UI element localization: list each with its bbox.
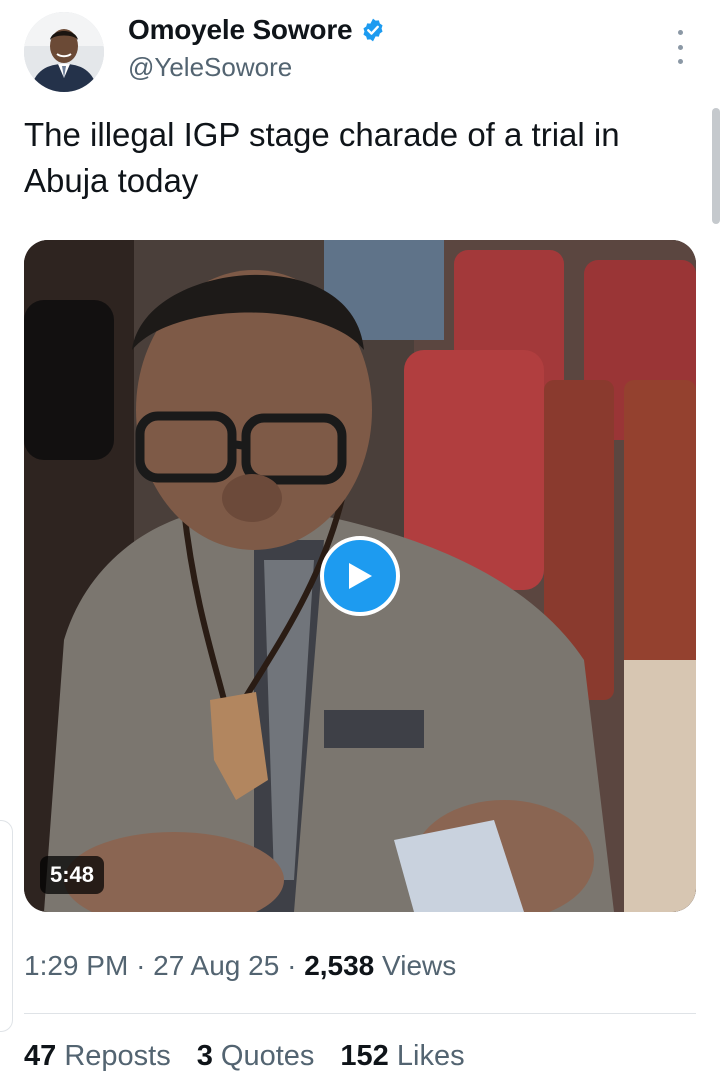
more-options-icon[interactable]	[666, 30, 694, 64]
author-handle[interactable]: @YeleSowore	[128, 52, 292, 83]
quotes-stat[interactable]: 3 Quotes	[197, 1040, 315, 1073]
engagement-stats: 47 Reposts 3 Quotes 152 Likes	[24, 1040, 491, 1073]
reposts-count: 47	[24, 1040, 57, 1072]
dot	[677, 30, 683, 35]
tweet-time[interactable]: 1:29 PM	[24, 950, 128, 981]
verified-badge-icon	[363, 18, 383, 42]
reposts-stat[interactable]: 47 Reposts	[24, 1040, 171, 1073]
play-button[interactable]	[320, 536, 400, 616]
author-name[interactable]: Omoyele Sowore	[128, 14, 353, 46]
dot	[677, 59, 683, 64]
dot	[677, 44, 683, 50]
author-name-row[interactable]: Omoyele Sowore	[128, 14, 386, 46]
separator: ·	[136, 950, 146, 981]
likes-stat[interactable]: 152 Likes	[340, 1040, 464, 1073]
video-player[interactable]: 5:48	[24, 240, 696, 912]
scrollbar-thumb[interactable]	[712, 108, 720, 224]
side-panel-edge	[0, 820, 13, 1032]
views-label: Views	[382, 950, 457, 981]
likes-label: Likes	[396, 1040, 465, 1072]
divider	[24, 1013, 696, 1014]
tweet-date[interactable]: 27 Aug 25	[153, 950, 279, 981]
quotes-count: 3	[196, 1040, 213, 1072]
video-duration: 5:48	[40, 856, 105, 894]
profile-photo	[24, 12, 104, 92]
reposts-label: Reposts	[64, 1040, 171, 1072]
quotes-label: Quotes	[220, 1040, 315, 1072]
play-icon	[349, 563, 372, 589]
avatar[interactable]	[24, 12, 104, 92]
tweet-meta: 1:29 PM · 27 Aug 25 · 2,538 Views	[24, 950, 456, 982]
likes-count: 152	[340, 1040, 389, 1072]
separator: ·	[287, 950, 297, 981]
tweet-text: The illegal IGP stage charade of a trial…	[24, 116, 620, 199]
views-count: 2,538	[304, 950, 375, 981]
